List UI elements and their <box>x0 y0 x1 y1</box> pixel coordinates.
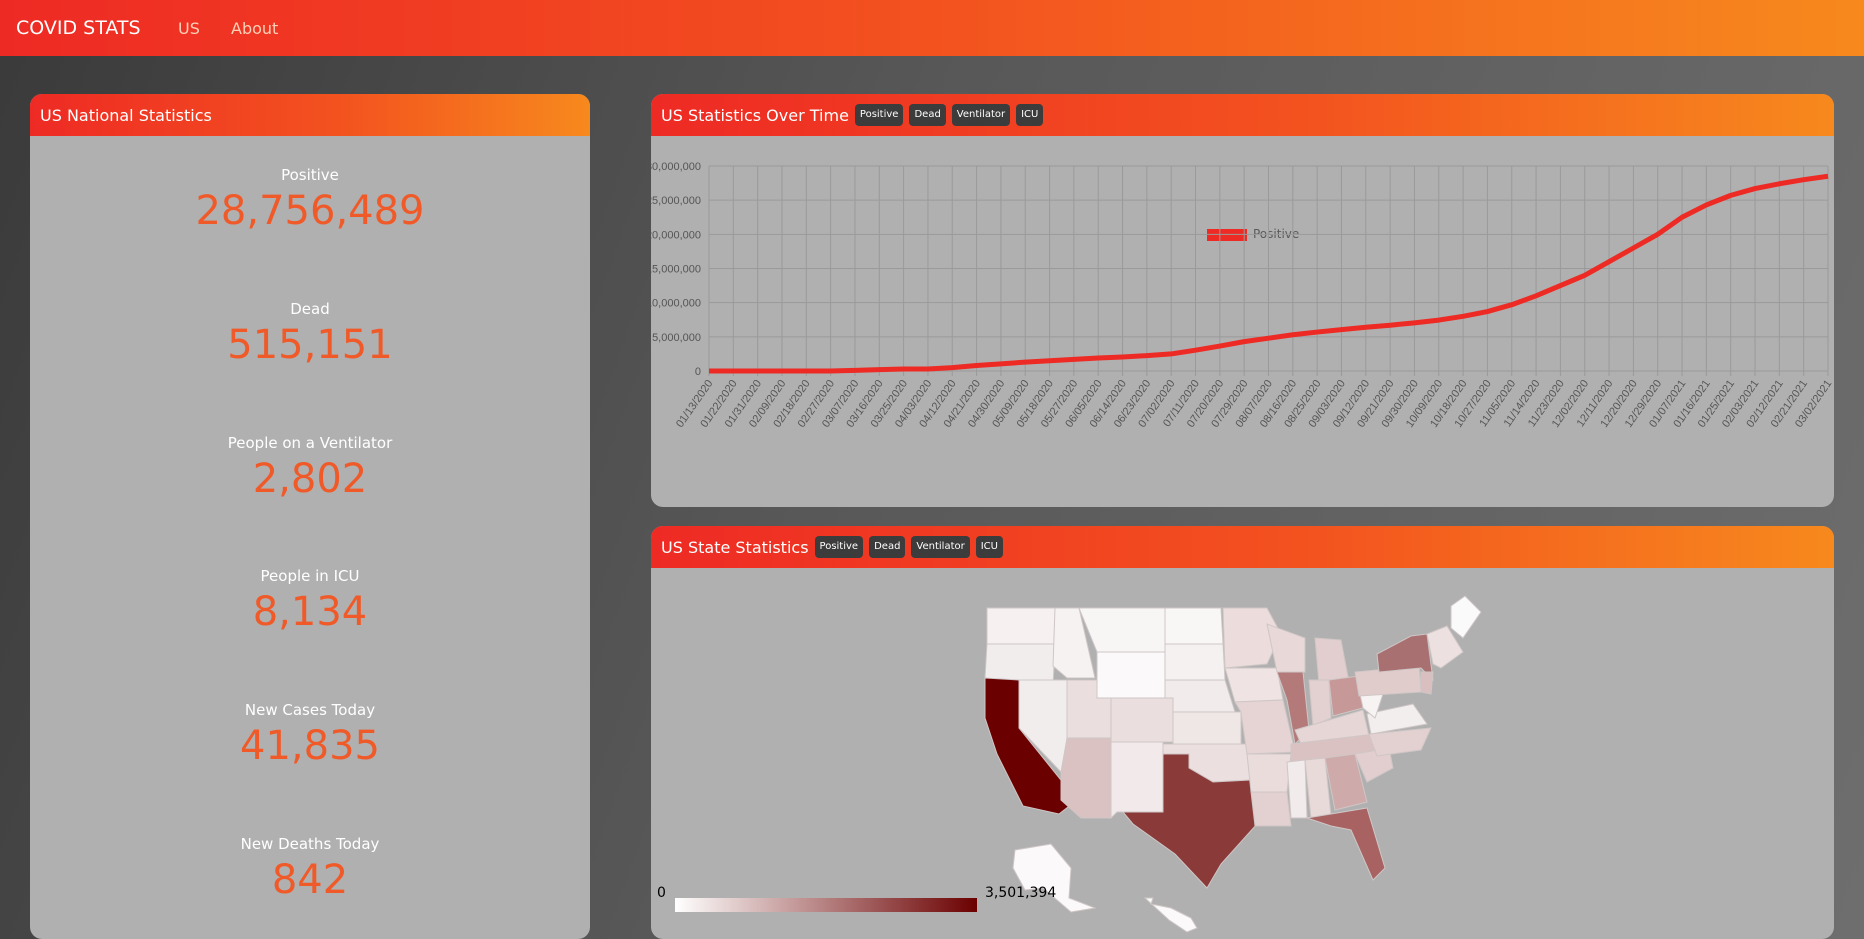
stat-value: 2,802 <box>252 456 368 502</box>
state-alaska[interactable] <box>1012 843 1097 913</box>
state-wisconsin[interactable] <box>1266 623 1306 673</box>
state-louisiana[interactable] <box>1250 791 1292 827</box>
us-state-map <box>675 595 1482 933</box>
stat-value: 515,151 <box>227 322 393 368</box>
state-washington[interactable] <box>986 607 1056 645</box>
overtime-card: US Statistics Over Time Positive Dead Ve… <box>651 94 1834 507</box>
state-new-mexico[interactable] <box>1110 741 1164 820</box>
y-tick-label: 15,000,000 <box>651 264 701 276</box>
national-stats-title: US National Statistics <box>40 105 212 125</box>
stat-label: People on a Ventilator <box>227 434 393 452</box>
state-dead-button[interactable]: Dead <box>869 536 906 558</box>
stat-value: 41,835 <box>240 723 380 769</box>
state-card: US State Statistics Positive Dead Ventil… <box>651 526 1834 939</box>
state-hawaii[interactable] <box>1143 897 1198 933</box>
state-michigan[interactable] <box>1314 637 1350 685</box>
overtime-header: US Statistics Over Time Positive Dead Ve… <box>651 94 1834 136</box>
state-mississippi[interactable] <box>1286 759 1308 819</box>
stat-label: New Cases Today <box>244 701 376 719</box>
state-nebraska[interactable] <box>1164 679 1236 713</box>
state-ventilator-button[interactable]: Ventilator <box>911 536 970 558</box>
map-legend-max: 3,501,394 <box>985 885 1057 901</box>
y-tick-label: 25,000,000 <box>651 195 701 207</box>
y-tick-label: 10,000,000 <box>651 298 701 310</box>
stat-label: Dead <box>290 300 330 318</box>
stat-value: 842 <box>271 857 349 903</box>
brand-title[interactable]: COVID STATS <box>16 17 141 39</box>
state-title: US State Statistics <box>661 537 809 557</box>
overtime-icu-button[interactable]: ICU <box>1016 104 1044 126</box>
overtime-title: US Statistics Over Time <box>661 105 849 125</box>
stat-positive: Positive 28,756,489 <box>30 166 590 234</box>
state-arizona[interactable] <box>1060 737 1112 819</box>
stat-value: 8,134 <box>252 589 368 635</box>
y-tick-label: 0 <box>695 366 701 378</box>
line-chart: 0 5,000,000 10,000,000 15,000,000 20,000,000… <box>651 161 1834 430</box>
map-legend-bar <box>675 898 977 912</box>
stat-ventilator: People on a Ventilator 2,802 <box>30 434 590 502</box>
stat-dead: Dead 515,151 <box>30 300 590 368</box>
top-navbar: COVID STATS US About <box>0 0 1864 56</box>
state-iowa[interactable] <box>1224 667 1284 703</box>
state-montana[interactable] <box>1078 607 1166 653</box>
overtime-positive-button[interactable]: Positive <box>854 104 904 126</box>
y-tick-label: 20,000,000 <box>651 229 701 241</box>
national-stats-card: US National Statistics Positive 28,756,4… <box>30 94 590 939</box>
stat-label: New Deaths Today <box>240 835 380 853</box>
state-south-dakota[interactable] <box>1164 643 1226 681</box>
state-positive-button[interactable]: Positive <box>814 536 864 558</box>
stat-label: People in ICU <box>260 567 360 585</box>
state-kansas[interactable] <box>1172 711 1242 745</box>
y-tick-label: 5,000,000 <box>652 332 701 344</box>
state-north-dakota[interactable] <box>1164 607 1224 645</box>
stat-new-deaths: New Deaths Today 842 <box>30 835 590 903</box>
overtime-ventilator-button[interactable]: Ventilator <box>951 104 1011 126</box>
state-arkansas[interactable] <box>1246 753 1292 793</box>
state-new-jersey[interactable] <box>1420 671 1434 695</box>
state-header: US State Statistics Positive Dead Ventil… <box>651 526 1834 568</box>
y-tick-label: 30,000,000 <box>651 161 701 173</box>
overtime-dead-button[interactable]: Dead <box>909 104 946 126</box>
nav-link-us[interactable]: US <box>178 19 200 38</box>
state-colorado[interactable] <box>1110 697 1174 743</box>
stat-new-cases: New Cases Today 41,835 <box>30 701 590 769</box>
state-indiana[interactable] <box>1308 679 1332 727</box>
stat-label: Positive <box>281 166 339 184</box>
map-legend-min: 0 <box>657 885 666 901</box>
state-icu-button[interactable]: ICU <box>975 536 1003 558</box>
state-florida[interactable] <box>1306 807 1386 881</box>
state-maine[interactable] <box>1450 595 1482 639</box>
nav-link-about[interactable]: About <box>231 19 278 38</box>
stat-value: 28,756,489 <box>195 188 425 234</box>
national-stats-header: US National Statistics <box>30 94 590 136</box>
state-wyoming[interactable] <box>1096 651 1166 699</box>
stat-icu: People in ICU 8,134 <box>30 567 590 635</box>
